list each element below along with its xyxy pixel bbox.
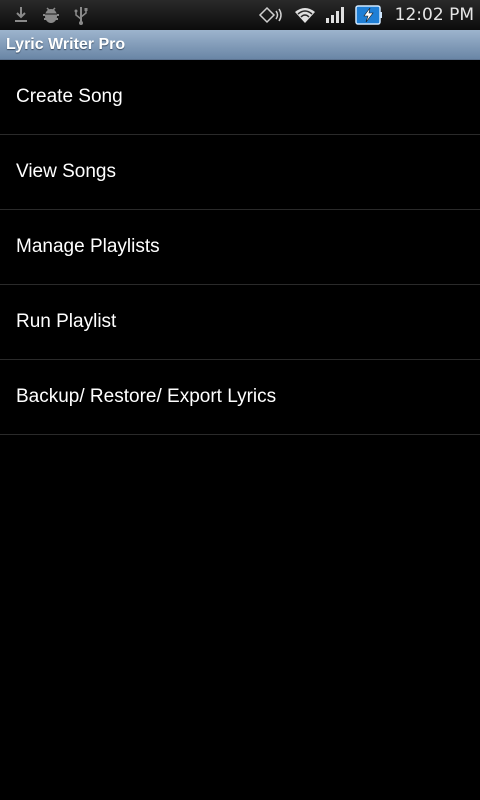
app-title-bar: Lyric Writer Pro (0, 30, 480, 60)
wifi-icon (293, 5, 317, 25)
usb-icon (74, 5, 88, 25)
menu-item-label: Create Song (16, 86, 123, 107)
menu-item-run-playlist[interactable]: Run Playlist (0, 285, 480, 360)
menu-item-manage-playlists[interactable]: Manage Playlists (0, 210, 480, 285)
notification-icons (6, 5, 88, 25)
vibrate-icon (257, 5, 285, 25)
menu-item-label: Backup/ Restore/ Export Lyrics (16, 386, 277, 407)
menu-item-backup-restore-export[interactable]: Backup/ Restore/ Export Lyrics (0, 360, 480, 435)
menu-item-create-song[interactable]: Create Song (0, 60, 480, 135)
menu-item-label: Run Playlist (16, 311, 117, 332)
clock: 12:02 PM (394, 5, 474, 25)
system-icons: 12:02 PM (257, 4, 474, 26)
main-menu: Create Song View Songs Manage Playlists … (0, 60, 480, 435)
status-bar: 12:02 PM (0, 0, 480, 30)
menu-item-label: View Songs (16, 161, 116, 182)
menu-item-label: Manage Playlists (16, 236, 160, 257)
menu-item-view-songs[interactable]: View Songs (0, 135, 480, 210)
app-title: Lyric Writer Pro (6, 35, 126, 53)
battery-charging-icon (354, 4, 383, 26)
download-icon (14, 6, 28, 24)
signal-icon (325, 5, 347, 25)
android-debug-icon (42, 6, 60, 24)
